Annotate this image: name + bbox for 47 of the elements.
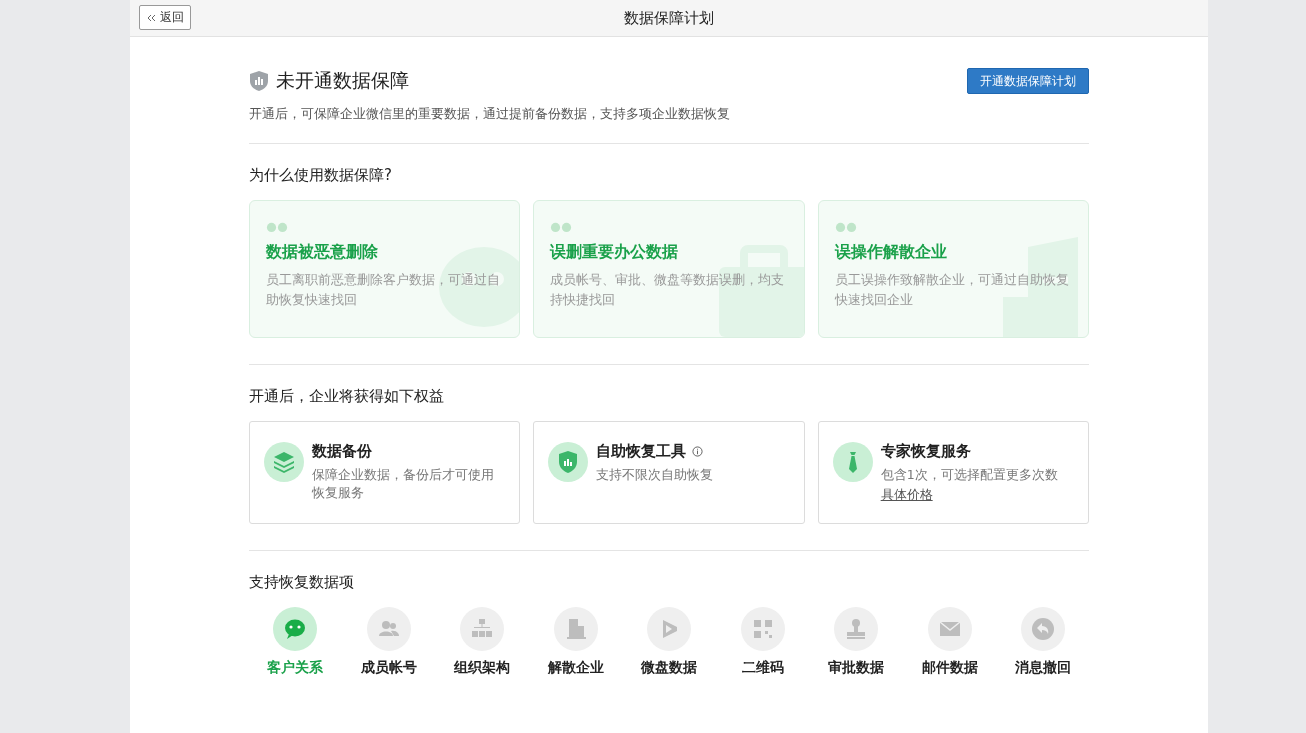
layers-icon: [264, 442, 304, 482]
data-item-tab[interactable]: 解散企业: [531, 607, 620, 677]
reason-text: 员工误操作致解散企业，可通过自助恢复快速找回企业: [834, 271, 1070, 309]
org-icon: [460, 607, 504, 651]
quote-icon: [550, 221, 573, 232]
data-item-tab[interactable]: 微盘数据: [625, 607, 713, 677]
people-icon: [366, 607, 411, 651]
status-title: 未开通数据保障: [276, 68, 410, 93]
reason-title: 误删重要办公数据: [550, 242, 680, 263]
qr-icon: [740, 607, 785, 651]
data-item-tab[interactable]: 组织架构: [438, 607, 526, 677]
benefit-title: 专家恢复服务: [880, 442, 971, 461]
page-title: 数据保障计划: [624, 8, 714, 28]
section-heading: 开通后，企业将获得如下权益: [249, 387, 445, 406]
status-description: 开通后，可保障企业微信里的重要数据，通过提前备份数据，支持多项企业数据恢复: [249, 106, 731, 123]
section-heading: 支持恢复数据项: [249, 573, 355, 592]
benefit-title: 数据备份: [312, 442, 372, 461]
quote-icon: [266, 221, 288, 232]
benefit-text: 支持不限次自助恢复: [596, 466, 714, 484]
data-item-tab[interactable]: 二维码: [718, 607, 807, 677]
back-button[interactable]: 返回: [139, 5, 191, 30]
benefit-title: 自助恢复工具: [596, 442, 687, 461]
info-icon[interactable]: [692, 446, 704, 457]
data-item-tab[interactable]: 消息撤回: [999, 607, 1087, 677]
mail-icon: [927, 607, 972, 651]
tie-icon: [832, 442, 873, 482]
shield-icon: [548, 442, 589, 482]
double-chevron-icon: [146, 12, 156, 23]
data-item-tab[interactable]: 审批数据: [812, 607, 900, 677]
reason-title: 误操作解散企业: [834, 242, 948, 263]
quote-icon: [834, 221, 857, 232]
benefit-text: 包含1次，可选择配置更多次数: [880, 466, 1058, 484]
price-link[interactable]: 具体价格: [880, 486, 933, 504]
stamp-icon: [834, 607, 878, 651]
building-icon: [553, 607, 598, 651]
benefit-text: 保障企业数据，备份后才可使用恢复服务: [312, 466, 495, 502]
reason-text: 员工离职前恶意删除客户数据，可通过自助恢复快速找回: [266, 271, 501, 309]
reason-text: 成员帐号、审批、微盘等数据误删，均支持快捷找回: [550, 271, 786, 309]
chat-icon: [273, 607, 317, 651]
shield-icon: [249, 70, 269, 92]
reason-title: 数据被恶意删除: [266, 242, 379, 263]
section-heading: 为什么使用数据保障?: [249, 166, 393, 185]
drive-icon: [647, 607, 691, 651]
undo-icon: [1021, 607, 1065, 651]
data-item-tab[interactable]: 成员帐号: [344, 607, 433, 677]
enable-plan-button[interactable]: 开通数据保障计划: [967, 68, 1089, 94]
data-item-tab[interactable]: 邮件数据: [905, 607, 994, 677]
